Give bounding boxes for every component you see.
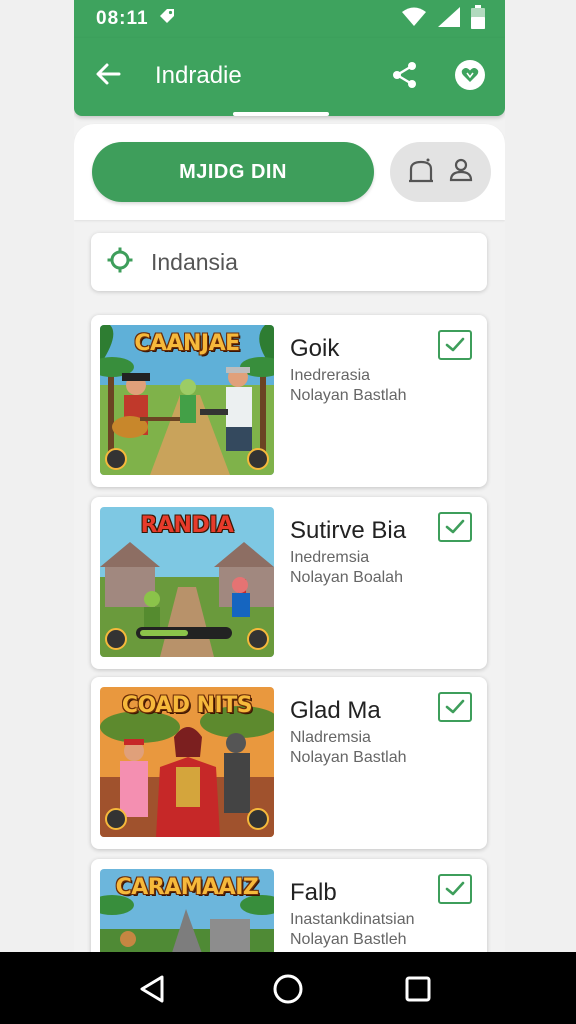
card-subtitle: Nladremsia <box>290 729 371 746</box>
list-item[interactable]: RANDIA Sutirve Bia Inedremsia Nolayan Bo… <box>91 497 487 669</box>
game-thumbnail: COAD NITS <box>100 687 274 837</box>
card-subtitle-secondary: Nolayan Boalah <box>290 569 403 586</box>
system-nav-bar <box>0 952 576 1024</box>
list-item[interactable]: COAD NITS Glad Ma Nladremsia Nolayan Bas… <box>91 677 487 849</box>
search-bar[interactable] <box>91 233 487 291</box>
card-subtitle: Inastankdinatsian <box>290 911 415 928</box>
thumbnail-title: CAANJAE <box>134 331 240 356</box>
game-thumbnail: CARAMAAIZ <box>100 869 274 952</box>
card-title: Goik <box>290 335 340 362</box>
tag-icon <box>157 6 177 32</box>
thumbnail-title: COAD NITS <box>121 693 253 718</box>
page-title: Indradie <box>155 62 242 89</box>
app-screen: 08:11 Indradie MJIDG DIN Indansia CAANJA… <box>74 0 505 952</box>
gear-icon <box>107 247 133 278</box>
card-subtitle: Inedremsia <box>290 549 370 566</box>
view-toggle <box>390 142 491 202</box>
card-title: Sutirve Bia <box>290 517 407 544</box>
card-subtitle-secondary: Nolayan Bastlah <box>290 749 407 766</box>
heart-icon[interactable] <box>455 60 485 90</box>
checkbox[interactable] <box>438 874 472 904</box>
action-panel: MJIDG DIN <box>74 124 505 220</box>
home-circle-icon[interactable] <box>271 972 305 1006</box>
thumbnail-title: RANDIA <box>140 513 234 538</box>
back-triangle-icon[interactable] <box>136 972 170 1006</box>
battery-icon <box>471 4 485 34</box>
game-thumbnail: RANDIA <box>100 507 274 657</box>
list-item[interactable]: CAANJAE Goik Inedrerasia Nolayan Bastlah <box>91 315 487 487</box>
list-item[interactable]: CARAMAAIZ Falb Inastankdinatsian Nolayan… <box>91 859 487 952</box>
checkbox[interactable] <box>438 330 472 360</box>
status-time: 08:11 <box>96 8 149 29</box>
card-subtitle: Inedrerasia <box>290 367 371 384</box>
recents-square-icon[interactable] <box>401 972 435 1006</box>
card-title: Falb <box>290 879 337 906</box>
share-icon[interactable] <box>390 60 420 90</box>
card-subtitle-secondary: Nolayan Bastleh <box>290 931 407 948</box>
status-bar: 08:11 <box>74 0 505 38</box>
check-icon <box>445 519 465 534</box>
card-title: Glad Ma <box>290 697 381 724</box>
game-thumbnail: CAANJAE <box>100 325 274 475</box>
search-input[interactable] <box>151 248 451 276</box>
back-arrow-icon[interactable] <box>94 60 122 88</box>
check-icon <box>445 699 465 714</box>
checkbox[interactable] <box>438 512 472 542</box>
signal-icon <box>437 6 461 33</box>
person-icon[interactable] <box>448 157 474 188</box>
checkbox[interactable] <box>438 692 472 722</box>
tab-indicator <box>233 112 329 116</box>
home-icon[interactable] <box>407 157 435 188</box>
app-bar: Indradie <box>74 38 505 116</box>
check-icon <box>445 337 465 352</box>
primary-action-button[interactable]: MJIDG DIN <box>92 142 374 202</box>
thumbnail-title: CARAMAAIZ <box>115 875 259 900</box>
card-subtitle-secondary: Nolayan Bastlah <box>290 387 407 404</box>
wifi-icon <box>401 7 427 32</box>
check-icon <box>445 881 465 896</box>
